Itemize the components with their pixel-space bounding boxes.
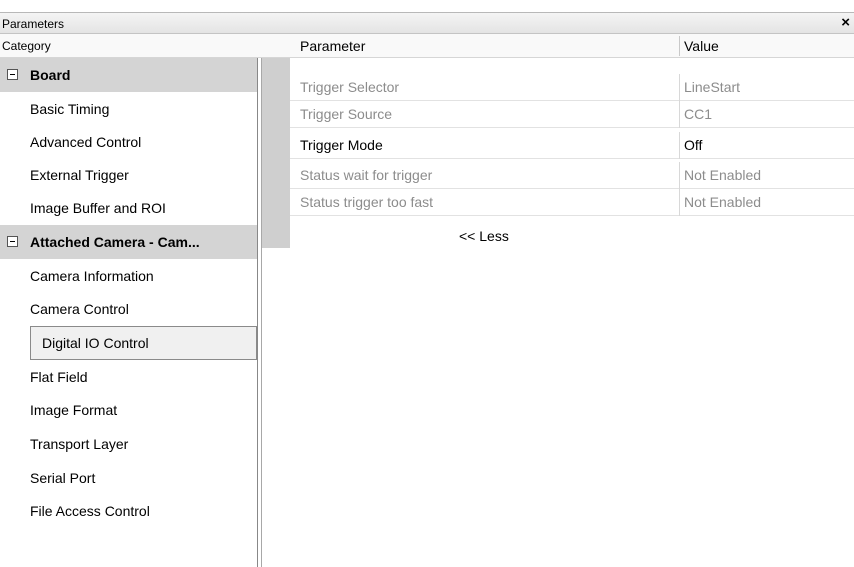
parameter-row-trigger-mode[interactable]: Trigger Mode Off xyxy=(290,132,854,159)
collapse-icon[interactable] xyxy=(7,69,18,80)
parameter-name: Trigger Source xyxy=(300,106,393,122)
category-group-board[interactable]: Board xyxy=(0,58,257,92)
category-header: Category xyxy=(2,39,51,53)
category-item-serial-port[interactable]: Serial Port xyxy=(0,461,257,495)
category-item-image-format[interactable]: Image Format xyxy=(0,393,257,427)
parameter-value[interactable]: Off xyxy=(684,137,702,153)
category-label: File Access Control xyxy=(30,503,150,519)
category-label: Digital IO Control xyxy=(42,335,149,351)
column-divider xyxy=(679,74,680,101)
column-divider xyxy=(679,132,680,159)
parameter-row-status-wait-for-trigger[interactable]: Status wait for trigger Not Enabled xyxy=(290,162,854,189)
category-label: Basic Timing xyxy=(30,101,110,117)
close-icon[interactable]: × xyxy=(841,14,850,31)
category-item-camera-control[interactable]: Camera Control xyxy=(0,292,257,326)
category-label: Transport Layer xyxy=(30,436,129,452)
less-link[interactable]: << Less xyxy=(459,228,509,244)
parameter-value: Not Enabled xyxy=(684,194,762,210)
category-list: Board Basic Timing Advanced Control Exte… xyxy=(0,58,262,567)
window-title: Parameters xyxy=(2,17,65,31)
category-label: Image Format xyxy=(30,402,118,418)
column-headers: Category Parameter Value xyxy=(0,34,854,58)
row-gutter xyxy=(262,58,290,248)
category-item-external-trigger[interactable]: External Trigger xyxy=(0,158,257,192)
parameter-value: Not Enabled xyxy=(684,167,762,183)
category-item-flat-field[interactable]: Flat Field xyxy=(0,360,257,394)
parameter-name: Trigger Mode xyxy=(300,137,383,153)
category-label: Camera Information xyxy=(30,268,154,284)
parameter-row-trigger-selector[interactable]: Trigger Selector LineStart xyxy=(290,74,854,101)
category-item-camera-information[interactable]: Camera Information xyxy=(0,259,257,293)
parameter-row-status-trigger-too-fast[interactable]: Status trigger too fast Not Enabled xyxy=(290,189,854,216)
parameter-row-trigger-source[interactable]: Trigger Source CC1 xyxy=(290,101,854,128)
category-item-advanced-control[interactable]: Advanced Control xyxy=(0,125,257,159)
panel-divider xyxy=(257,58,258,567)
parameter-name: Trigger Selector xyxy=(300,79,400,95)
category-item-basic-timing[interactable]: Basic Timing xyxy=(0,92,257,126)
category-label: Image Buffer and ROI xyxy=(30,200,166,216)
column-divider[interactable] xyxy=(679,36,680,56)
parameter-name: Status wait for trigger xyxy=(300,167,433,183)
column-divider xyxy=(679,162,680,189)
parameter-header[interactable]: Parameter xyxy=(300,38,365,54)
category-label: Advanced Control xyxy=(30,134,142,150)
parameter-value: LineStart xyxy=(684,79,741,95)
category-group-attached-camera[interactable]: Attached Camera - Cam... xyxy=(0,225,257,259)
collapse-icon[interactable] xyxy=(7,236,18,247)
parameter-value: CC1 xyxy=(684,106,713,122)
category-item-file-access-control[interactable]: File Access Control xyxy=(0,494,257,528)
category-label: Flat Field xyxy=(30,369,88,385)
category-label: Camera Control xyxy=(30,301,129,317)
category-label: External Trigger xyxy=(30,167,129,183)
parameter-name: Status trigger too fast xyxy=(300,194,434,210)
category-item-image-buffer-roi[interactable]: Image Buffer and ROI xyxy=(0,191,257,225)
category-label: Attached Camera - Cam... xyxy=(30,234,200,250)
window-titlebar: Parameters × xyxy=(0,12,854,34)
value-header[interactable]: Value xyxy=(684,38,719,54)
category-label: Serial Port xyxy=(30,470,96,486)
category-item-transport-layer[interactable]: Transport Layer xyxy=(0,427,257,461)
column-divider xyxy=(679,101,680,128)
category-label: Board xyxy=(30,67,71,83)
category-item-digital-io-control[interactable]: Digital IO Control xyxy=(30,326,257,360)
column-divider xyxy=(679,189,680,216)
